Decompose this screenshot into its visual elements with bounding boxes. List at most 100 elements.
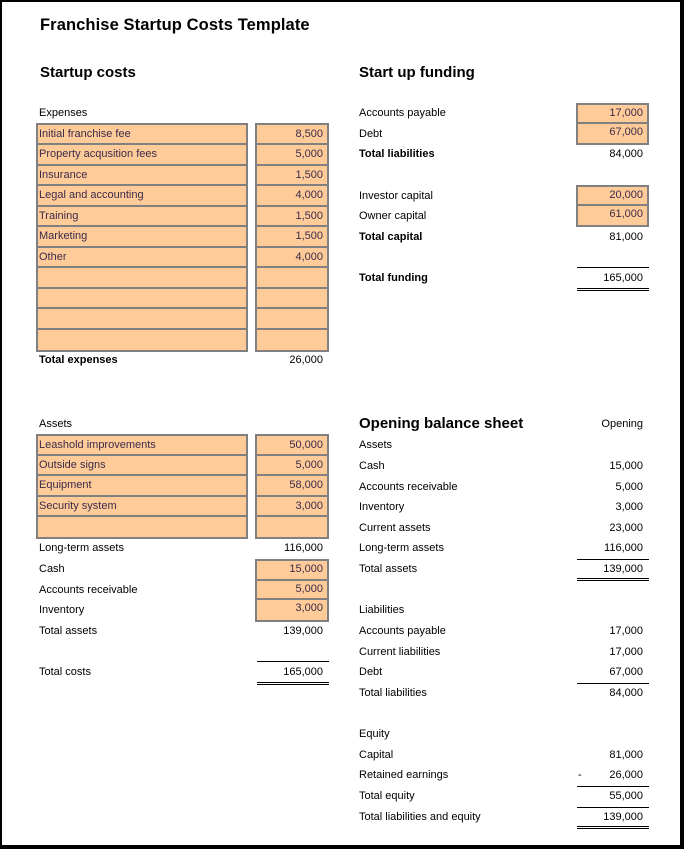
expense-name-cell[interactable]: Training — [38, 207, 246, 228]
asset-value-cell[interactable] — [257, 517, 327, 537]
bs-accounts-receivable-value: 5,000 — [615, 481, 643, 493]
assets-values-box: 50,000 5,000 58,000 3,000 — [255, 434, 329, 539]
asset-value-cell[interactable]: 5,000 — [257, 456, 327, 477]
expense-name-cell[interactable]: Legal and accounting — [38, 186, 246, 207]
bs-current-liabilities-label: Current liabilities — [359, 646, 441, 658]
bs-retained-earnings-label: Retained earnings — [359, 769, 449, 781]
bs-accounts-payable-label: Accounts payable — [359, 625, 446, 637]
bs-capital-value: 81,000 — [609, 749, 643, 761]
bs-cash-value: 15,000 — [609, 460, 643, 472]
asset-value-cell[interactable]: 58,000 — [257, 476, 327, 497]
expense-name-cell[interactable] — [38, 330, 246, 350]
long-term-assets-label: Long-term assets — [39, 542, 124, 554]
funding-liabilities-values-box: 17,000 67,000 — [576, 103, 649, 145]
bs-accounts-receivable-label: Accounts receivable — [359, 481, 458, 493]
expense-name-cell[interactable] — [38, 309, 246, 330]
expense-name-cell[interactable] — [38, 268, 246, 289]
current-asset-value-cell[interactable]: 5,000 — [257, 581, 327, 601]
total-costs-label: Total costs — [39, 666, 91, 678]
current-asset-value-cell[interactable]: 3,000 — [257, 600, 327, 620]
expense-value-cell[interactable]: 8,500 — [257, 125, 327, 146]
funding-capital-value-cell[interactable]: 20,000 — [578, 187, 647, 206]
bs-total-liabilities-value: 84,000 — [609, 687, 643, 699]
funding-capital-value-cell[interactable]: 61,000 — [578, 206, 647, 225]
bs-total-assets-double-rule — [577, 578, 649, 581]
expenses-values-box: 8,500 5,000 1,500 4,000 1,500 1,500 4,000 — [255, 123, 329, 352]
startup-costs-heading: Startup costs — [40, 64, 136, 81]
asset-value-cell[interactable]: 50,000 — [257, 436, 327, 457]
expense-name-cell[interactable]: Other — [38, 248, 246, 269]
funding-capital-values-box: 20,000 61,000 — [576, 185, 649, 227]
bs-total-equity-label: Total equity — [359, 790, 415, 802]
expense-value-cell[interactable]: 1,500 — [257, 227, 327, 248]
expenses-names-box: Initial franchise fee Property acqusition… — [36, 123, 248, 352]
expense-value-cell[interactable]: 5,000 — [257, 145, 327, 166]
asset-name-cell[interactable]: Equipment — [38, 476, 246, 497]
total-expenses-value: 26,000 — [289, 354, 323, 366]
funding-liability-value-cell[interactable]: 17,000 — [578, 105, 647, 124]
long-term-assets-value: 116,000 — [284, 542, 323, 554]
current-asset-value-cell[interactable]: 15,000 — [257, 561, 327, 581]
total-capital-value: 81,000 — [609, 231, 643, 243]
expense-name-cell[interactable] — [38, 289, 246, 310]
asset-name-cell[interactable]: Outside signs — [38, 456, 246, 477]
bs-total-equity-value: 55,000 — [609, 790, 643, 802]
total-costs-value: 165,000 — [283, 666, 323, 678]
inventory-label: Inventory — [39, 604, 85, 616]
expense-name-cell[interactable]: Insurance — [38, 166, 246, 187]
bs-equity-label: Equity — [359, 728, 390, 740]
asset-name-cell[interactable] — [38, 517, 246, 537]
funding-debt-label: Debt — [359, 128, 383, 140]
funding-accounts-payable-label: Accounts payable — [359, 107, 446, 119]
asset-value-cell[interactable]: 3,000 — [257, 497, 327, 517]
bs-total-le-double-rule — [577, 826, 649, 829]
current-assets-values-box: 15,000 5,000 3,000 — [255, 559, 329, 622]
expense-name-cell[interactable]: Property acqusition fees — [38, 145, 246, 166]
total-assets-label: Total assets — [39, 625, 98, 637]
bs-assets-label: Assets — [359, 439, 393, 451]
bs-accounts-payable-value: 17,000 — [609, 625, 643, 637]
bs-current-assets-value: 23,000 — [609, 522, 643, 534]
bs-total-liabilities-equity-label: Total liabilities and equity — [359, 811, 481, 823]
assets-label: Assets — [39, 418, 73, 430]
cash-label: Cash — [39, 563, 65, 575]
funding-liability-value-cell[interactable]: 67,000 — [578, 124, 647, 143]
bs-capital-label: Capital — [359, 749, 394, 761]
expense-value-cell[interactable] — [257, 309, 327, 330]
expense-name-cell[interactable]: Marketing — [38, 227, 246, 248]
owner-capital-label: Owner capital — [359, 210, 427, 222]
bs-inventory-label: Inventory — [359, 501, 405, 513]
bs-debt-value: 67,000 — [609, 666, 643, 678]
investor-capital-label: Investor capital — [359, 190, 433, 202]
expense-value-cell[interactable] — [257, 289, 327, 310]
bs-total-liabilities-label: Total liabilities — [359, 687, 427, 699]
expense-value-cell[interactable]: 1,500 — [257, 166, 327, 187]
worksheet-page: Franchise Startup Costs Template Startup… — [2, 2, 680, 845]
expense-value-cell[interactable]: 4,000 — [257, 186, 327, 207]
bs-inventory-value: 3,000 — [615, 501, 643, 513]
expense-value-cell[interactable] — [257, 330, 327, 350]
page-title: Franchise Startup Costs Template — [40, 16, 310, 34]
accounts-receivable-label: Accounts receivable — [39, 584, 138, 596]
funding-total-liabilities-value: 84,000 — [609, 148, 643, 160]
total-assets-value: 139,000 — [283, 625, 323, 637]
assets-names-box: Leashold improvements Outside signs Equipm… — [36, 434, 248, 539]
expense-value-cell[interactable]: 1,500 — [257, 207, 327, 228]
balance-sheet-heading: Opening balance sheet — [359, 415, 524, 432]
bs-retained-earnings-value: 26,000 — [609, 769, 643, 781]
total-funding-label: Total funding — [359, 272, 428, 284]
bs-long-term-assets-value: 116,000 — [604, 542, 643, 554]
bs-current-assets-label: Current assets — [359, 522, 431, 534]
total-costs-double-rule — [257, 682, 329, 685]
bs-liabilities-label: Liabilities — [359, 604, 405, 616]
expense-value-cell[interactable]: 4,000 — [257, 248, 327, 269]
asset-name-cell[interactable]: Security system — [38, 497, 246, 517]
asset-name-cell[interactable]: Leashold improvements — [38, 436, 246, 457]
bs-total-assets-value: 139,000 — [603, 563, 643, 575]
funding-total-liabilities-label: Total liabilities — [359, 148, 435, 160]
expense-name-cell[interactable]: Initial franchise fee — [38, 125, 246, 146]
bs-debt-label: Debt — [359, 666, 383, 678]
expense-value-cell[interactable] — [257, 268, 327, 289]
bs-long-term-assets-label: Long-term assets — [359, 542, 444, 554]
bs-total-assets-label: Total assets — [359, 563, 418, 575]
